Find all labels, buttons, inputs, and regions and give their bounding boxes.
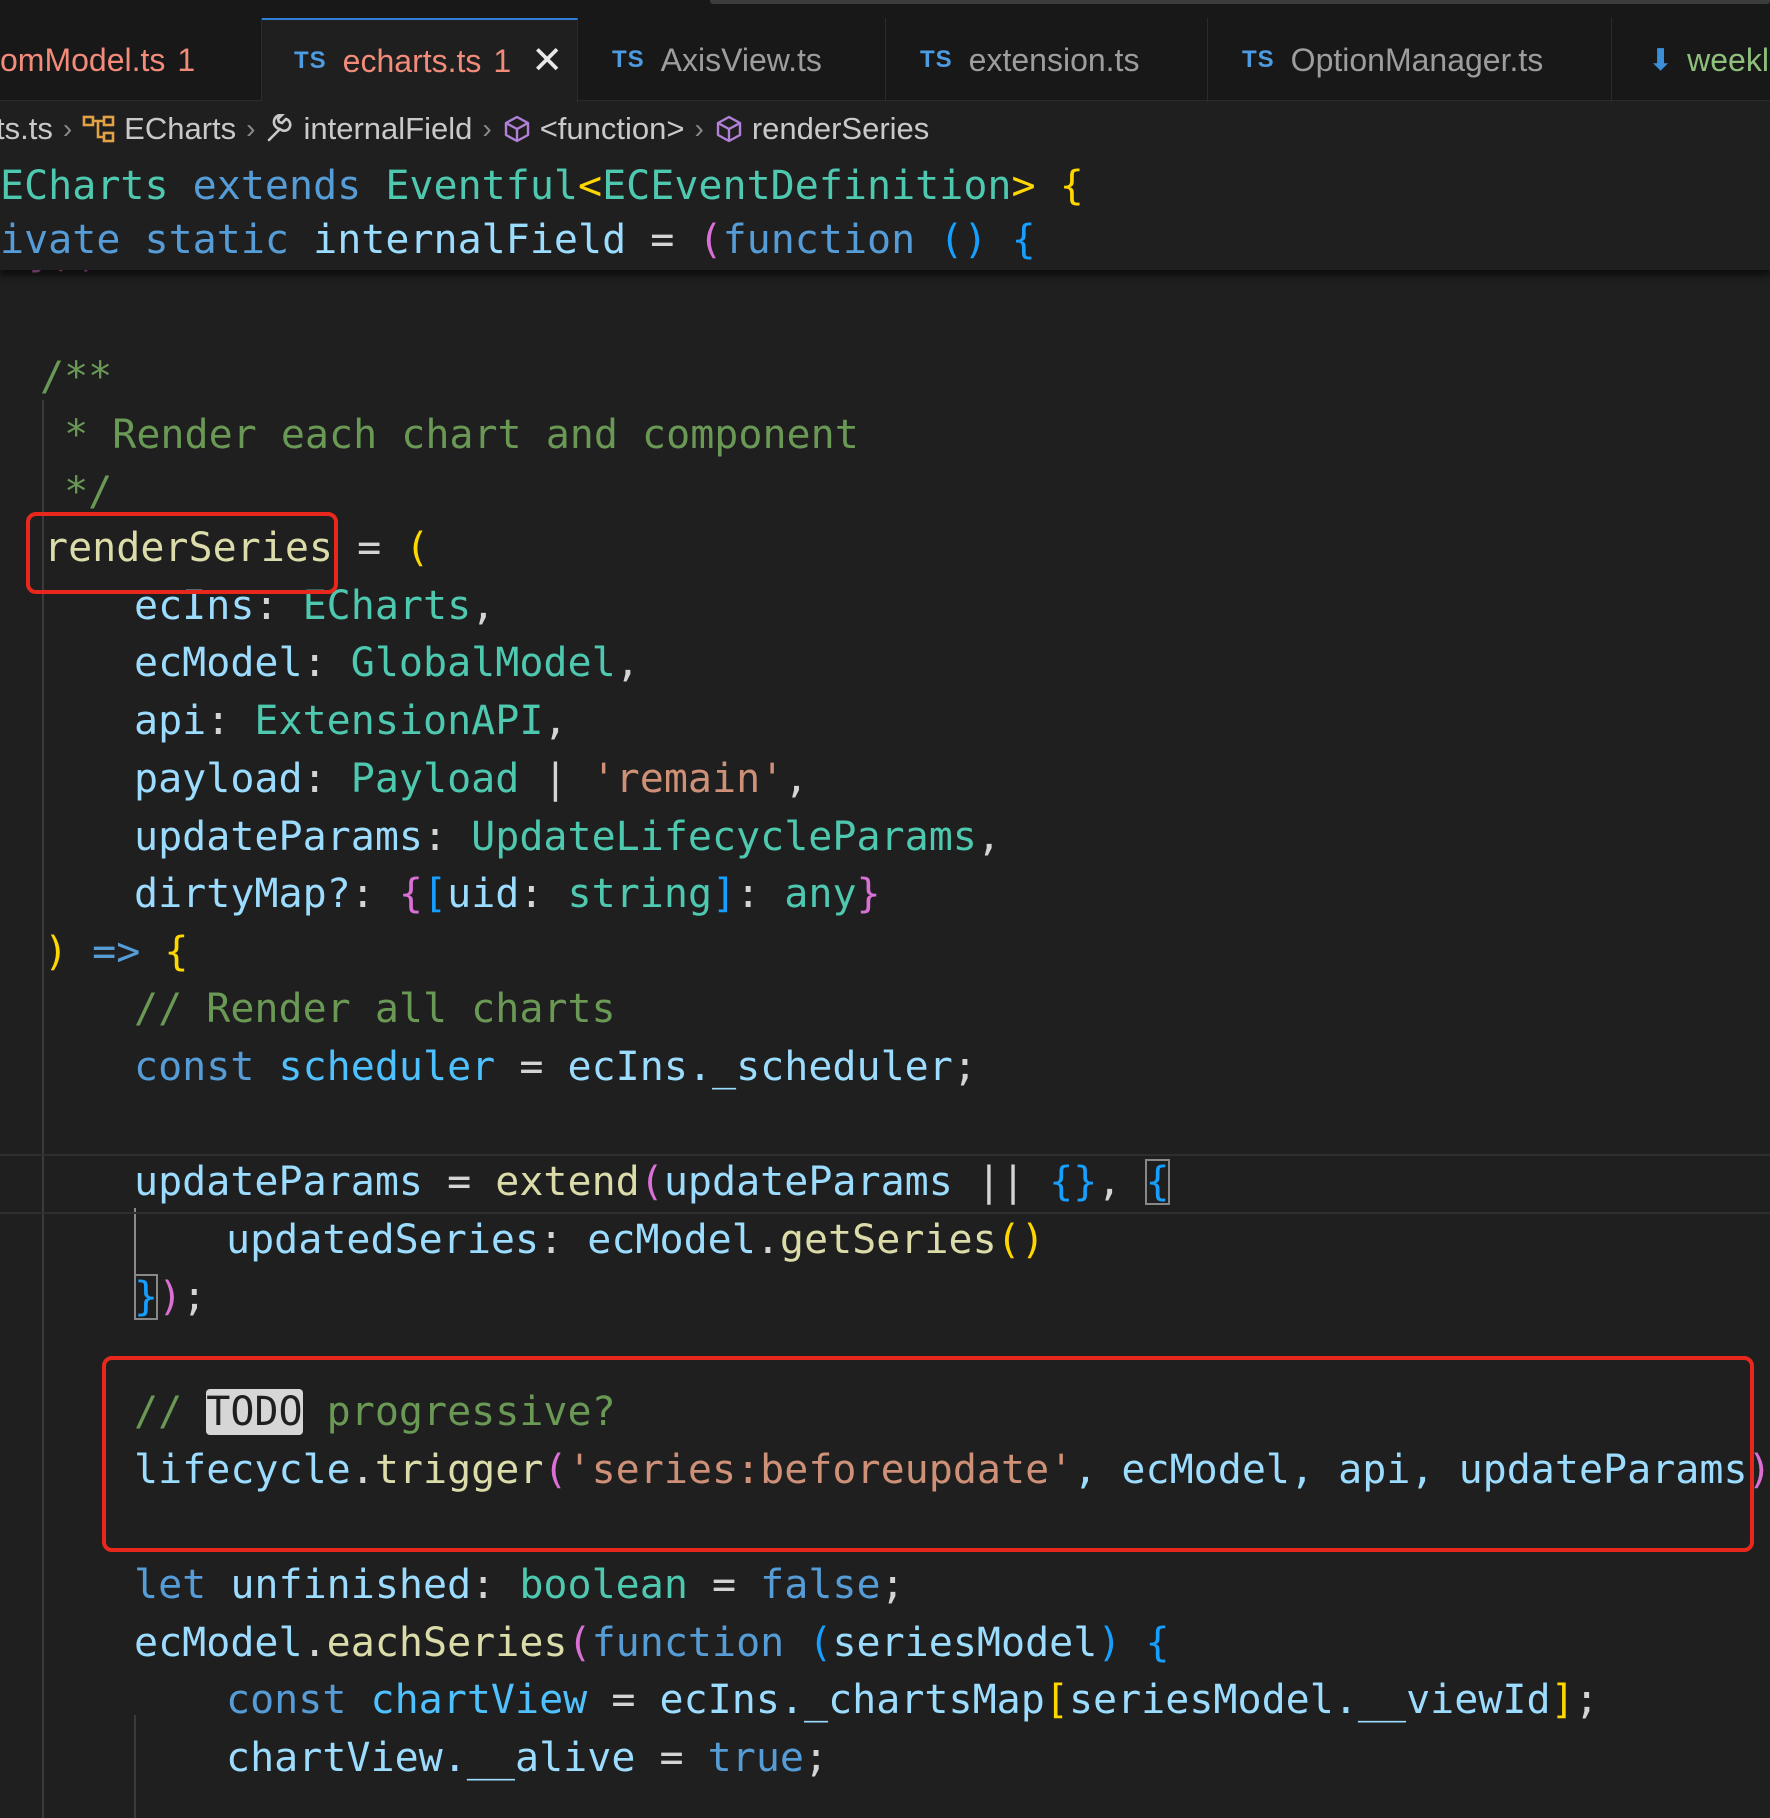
code-line[interactable]: api: ExtensionAPI,	[134, 692, 568, 750]
sticky-line-class[interactable]: ECharts extends Eventful<ECEventDefiniti…	[0, 157, 1084, 215]
tab-axisview[interactable]: TS AxisView.ts	[578, 18, 886, 102]
tab-echarts[interactable]: TS echarts.ts 1 ✕	[262, 18, 578, 102]
chevron-right-icon: ›	[482, 113, 492, 144]
typescript-file-icon: TS	[294, 47, 327, 74]
code-line[interactable]: * Render each chart and component	[40, 406, 859, 464]
breadcrumb-function[interactable]: <function>	[540, 111, 685, 147]
problem-count-badge: 1	[493, 42, 512, 79]
code-line[interactable]: ) => {	[44, 923, 189, 981]
breadcrumb-method[interactable]: renderSeries	[752, 111, 929, 147]
typescript-file-icon: TS	[1242, 46, 1275, 73]
annotation-box-lifecycle-trigger	[102, 1356, 1754, 1552]
problem-count-badge: 1	[177, 41, 196, 78]
typescript-file-icon: TS	[612, 46, 645, 73]
code-line[interactable]: chartView.__alive = true;	[226, 1729, 828, 1787]
code-line[interactable]: const scheduler = ecIns._scheduler;	[134, 1038, 977, 1096]
breadcrumb-field[interactable]: internalField	[303, 111, 472, 147]
tab-label: extension.ts	[968, 41, 1140, 78]
sticky-line-field[interactable]: ivate static internalField = (function (…	[0, 211, 1036, 269]
tab-weekly[interactable]: ⬇ weekl	[1612, 18, 1770, 102]
sticky-scroll-header[interactable]: ECharts extends Eventful<ECEventDefiniti…	[0, 157, 1770, 270]
wrench-icon	[265, 114, 295, 144]
code-line[interactable]: payload: Payload | 'remain',	[134, 750, 808, 808]
code-line[interactable]: updateParams: UpdateLifecycleParams,	[134, 808, 1001, 866]
matching-bracket: {	[1145, 1159, 1170, 1205]
code-line[interactable]: dirtyMap?: {[uid: string]: any}	[134, 865, 881, 923]
code-line[interactable]: // Render all charts	[134, 980, 616, 1038]
method-cube-icon	[502, 114, 532, 144]
download-icon: ⬇	[1648, 43, 1674, 77]
breadcrumb-class[interactable]: ECharts	[124, 111, 236, 147]
tab-label: omModel.ts	[0, 41, 166, 78]
tab-label: OptionManager.ts	[1290, 41, 1544, 78]
matching-bracket: }	[134, 1274, 159, 1320]
tab-extension[interactable]: TS extension.ts	[886, 18, 1208, 102]
tab-label: AxisView.ts	[660, 41, 822, 78]
tab-label: echarts.ts	[342, 42, 482, 79]
annotation-box-renderseries	[26, 512, 338, 594]
class-icon	[82, 114, 116, 144]
indent-guide	[42, 990, 44, 1818]
close-icon[interactable]: ✕	[531, 42, 563, 80]
tab-label: weekl	[1687, 41, 1769, 78]
code-line[interactable]: const chartView = ecIns._chartsMap[serie…	[226, 1671, 1599, 1729]
indent-guide	[134, 1715, 136, 1818]
code-line[interactable]: let unfinished: boolean = false;	[134, 1556, 905, 1614]
code-line[interactable]: });	[134, 1268, 206, 1326]
code-line[interactable]: /**	[40, 348, 112, 406]
tab-optionmanager[interactable]: TS OptionManager.ts	[1208, 18, 1612, 102]
tab-bar-scrollbar[interactable]	[710, 0, 1770, 4]
method-cube-icon	[714, 114, 744, 144]
chevron-right-icon: ›	[246, 113, 256, 144]
breadcrumb-file[interactable]: ts.ts	[0, 111, 53, 147]
code-line-current[interactable]: updateParams = extend(updateParams || {}…	[134, 1153, 1170, 1211]
code-line[interactable]: ecModel: GlobalModel,	[134, 634, 640, 692]
chevron-right-icon: ›	[694, 113, 704, 144]
breadcrumb: ts.ts › ECharts › internalField › <funct…	[0, 102, 1770, 156]
typescript-file-icon: TS	[920, 46, 953, 73]
code-line[interactable]: updatedSeries: ecModel.getSeries()	[226, 1211, 1045, 1269]
tab-chartmodel[interactable]: omModel.ts 1	[0, 18, 262, 102]
chevron-right-icon: ›	[62, 113, 73, 144]
editor-tab-bar: omModel.ts 1 TS echarts.ts 1 ✕ TS AxisVi…	[0, 0, 1770, 102]
code-line[interactable]: ecModel.eachSeries(function (seriesModel…	[134, 1614, 1170, 1672]
